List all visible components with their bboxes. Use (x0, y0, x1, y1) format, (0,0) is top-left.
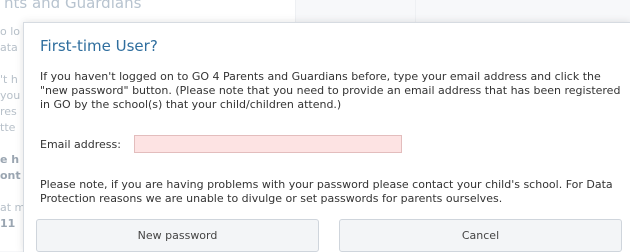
first-time-user-dialog: First-time User? If you haven't logged o… (23, 22, 630, 252)
cancel-button[interactable]: Cancel (339, 219, 622, 252)
new-password-button[interactable]: New password (36, 219, 319, 252)
dialog-intro-text: If you haven't logged on to GO 4 Parents… (40, 70, 621, 111)
email-input[interactable] (134, 135, 402, 153)
dialog-title: First-time User? (40, 37, 158, 55)
dialog-note-text: Please note, if you are having problems … (40, 178, 613, 205)
email-label: Email address: (40, 138, 121, 151)
background-title: nts and Guardians (4, 0, 142, 12)
